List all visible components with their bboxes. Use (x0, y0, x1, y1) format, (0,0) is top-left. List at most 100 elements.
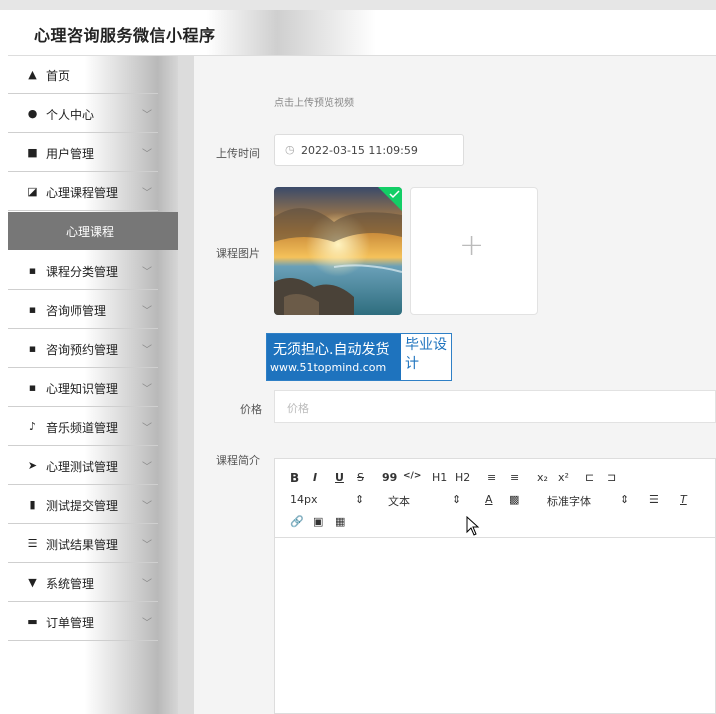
font-family-select[interactable]: 标准字体 (547, 493, 591, 509)
users-icon: ■ (27, 146, 38, 159)
sidebar-item-users[interactable]: ■ 用户管理 ﹀ (8, 134, 158, 172)
sidebar-item-counselors[interactable]: ▪ 咨询师管理 ﹀ (8, 291, 158, 329)
content-gutter (178, 56, 194, 714)
select-arrow-icon: ⇕ (620, 493, 630, 506)
app-header: 心理咨询服务微信小程序 (8, 10, 716, 56)
editor-toolbar: B I U S 99 </> H1 H2 ≡ ≡ x₂ x² ⊏ ⊐ 14px … (275, 459, 716, 538)
background-color-icon[interactable]: ▩ (509, 493, 519, 506)
link-icon[interactable]: 🔗 (290, 515, 304, 528)
sliders-icon: ☰ (27, 537, 38, 550)
watermark-left: 无须担心.自动发货 www.51topmind.com (267, 334, 401, 380)
sidebar-item-orders[interactable]: ▬ 订单管理 ﹀ (8, 603, 158, 641)
sidebar-item-courses[interactable]: ◪ 心理课程管理 ﹀ (8, 173, 158, 211)
sidebar-item-label: 系统管理 (46, 577, 95, 591)
sidebar-item-label: 用户管理 (46, 147, 95, 161)
sidebar-item-label: 心理知识管理 (46, 382, 119, 396)
chevron-down-icon: ﹀ (142, 540, 152, 551)
subscript-button[interactable]: x₂ (537, 471, 548, 484)
heading2-button[interactable]: H2 (455, 471, 470, 484)
watermark-line1: 无须担心.自动发货 (273, 342, 390, 358)
superscript-button[interactable]: x² (558, 471, 569, 484)
bullet-list-button[interactable]: ≡ (510, 471, 519, 484)
grid-icon: ▪ (28, 303, 37, 316)
sidebar-item-knowledge[interactable]: ▪ 心理知识管理 ﹀ (8, 369, 158, 407)
check-badge-icon (378, 187, 402, 211)
sidebar-item-test-results[interactable]: ☰ 测试结果管理 ﹀ (8, 525, 158, 563)
heading1-button[interactable]: H1 (432, 471, 447, 484)
plus-icon: + (459, 228, 485, 263)
chevron-down-icon: ﹀ (142, 423, 152, 434)
course-image-thumbnail[interactable] (274, 187, 402, 315)
code-block-button[interactable]: </> (403, 471, 421, 481)
music-icon: ♪ (28, 420, 37, 433)
select-arrow-icon: ⇕ (355, 493, 365, 506)
indent-button[interactable]: ⊐ (607, 471, 616, 484)
image-upload-button[interactable]: + (410, 187, 538, 315)
grid-icon: ▪ (28, 381, 37, 394)
outdent-button[interactable]: ⊏ (585, 471, 594, 484)
sidebar-item-appointments[interactable]: ▪ 咨询预约管理 ﹀ (8, 330, 158, 368)
clear-format-icon[interactable]: T (680, 493, 687, 506)
chart-icon: ◪ (27, 185, 38, 198)
select-arrow-icon: ⇕ (452, 493, 462, 506)
font-size-select[interactable]: 14px (290, 493, 318, 506)
chevron-down-icon: ﹀ (142, 579, 152, 590)
blockquote-button[interactable]: 99 (382, 471, 397, 484)
price-placeholder: 价格 (287, 402, 309, 415)
chevron-down-icon: ﹀ (142, 110, 152, 121)
clock-icon: ◷ (285, 143, 295, 156)
video-icon[interactable]: ▦ (335, 515, 345, 528)
chevron-down-icon: ﹀ (142, 345, 152, 356)
chevron-down-icon: ﹀ (142, 384, 152, 395)
upload-time-label: 上传时间 (216, 147, 260, 160)
font-color-icon[interactable]: A (485, 493, 493, 506)
sidebar-item-label: 测试结果管理 (46, 538, 119, 552)
sidebar-item-system[interactable]: ▼ 系统管理 ﹀ (8, 564, 158, 602)
cart-icon: ▬ (27, 615, 38, 628)
sidebar-subitem-label: 心理课程 (66, 225, 115, 239)
sidebar-item-profile[interactable]: ● 个人中心 ﹀ (8, 95, 158, 133)
sidebar-item-music[interactable]: ♪ 音乐频道管理 ﹀ (8, 408, 158, 446)
rich-text-editor[interactable]: B I U S 99 </> H1 H2 ≡ ≡ x₂ x² ⊏ ⊐ 14px … (274, 458, 716, 714)
sidebar-item-test-submissions[interactable]: ▮ 测试提交管理 ﹀ (8, 486, 158, 524)
bars-icon: ▮ (29, 498, 36, 511)
chevron-down-icon: ﹀ (142, 501, 152, 512)
grid-icon: ▪ (28, 264, 37, 277)
text-style-select[interactable]: 文本 (388, 493, 410, 509)
image-icon[interactable]: ▣ (313, 515, 323, 528)
sidebar-item-label: 咨询预约管理 (46, 343, 119, 357)
watermark-banner: 无须担心.自动发货 www.51topmind.com 毕业设计 (266, 333, 452, 381)
chevron-down-icon: ﹀ (142, 462, 152, 473)
sidebar-item-label: 心理测试管理 (46, 460, 119, 474)
chevron-down-icon: ﹀ (142, 267, 152, 278)
sidebar-item-label: 个人中心 (46, 108, 95, 122)
video-upload-hint[interactable]: 点击上传预览视频 (274, 94, 354, 109)
chevron-down-icon: ﹀ (142, 618, 152, 629)
app-title: 心理咨询服务微信小程序 (34, 26, 216, 45)
bold-button[interactable]: B (290, 471, 299, 485)
upload-time-field[interactable]: ◷ 2022-03-15 11:09:59 (274, 134, 464, 166)
chevron-down-icon: ﹀ (142, 149, 152, 160)
chevron-down-icon: ﹀ (142, 188, 152, 199)
italic-button[interactable]: I (313, 471, 317, 484)
send-icon: ➤ (27, 459, 38, 472)
sidebar-item-label: 首页 (46, 69, 71, 83)
sidebar-item-label: 咨询师管理 (46, 304, 107, 318)
sidebar-item-tests[interactable]: ➤ 心理测试管理 ﹀ (8, 447, 158, 485)
price-input[interactable]: 价格 (274, 390, 716, 423)
sidebar-subitem-courses[interactable]: 心理课程 (8, 212, 178, 250)
mouse-pointer-icon (466, 516, 480, 536)
sidebar-item-course-categories[interactable]: ▪ 课程分类管理 ﹀ (8, 252, 158, 290)
sidebar-item-label: 课程分类管理 (46, 265, 119, 279)
user-icon: ● (27, 107, 38, 120)
underline-button[interactable]: U (335, 471, 344, 484)
sidebar-item-label: 测试提交管理 (46, 499, 119, 513)
price-label: 价格 (240, 403, 262, 416)
course-intro-label: 课程简介 (216, 454, 260, 467)
grid-icon: ▪ (28, 342, 37, 355)
strikethrough-button[interactable]: S (357, 471, 364, 484)
sidebar-item-label: 订单管理 (46, 616, 95, 630)
sidebar-item-home[interactable]: ▲ 首页 (8, 56, 158, 94)
align-icon[interactable]: ☰ (649, 493, 659, 506)
ordered-list-button[interactable]: ≡ (487, 471, 496, 484)
